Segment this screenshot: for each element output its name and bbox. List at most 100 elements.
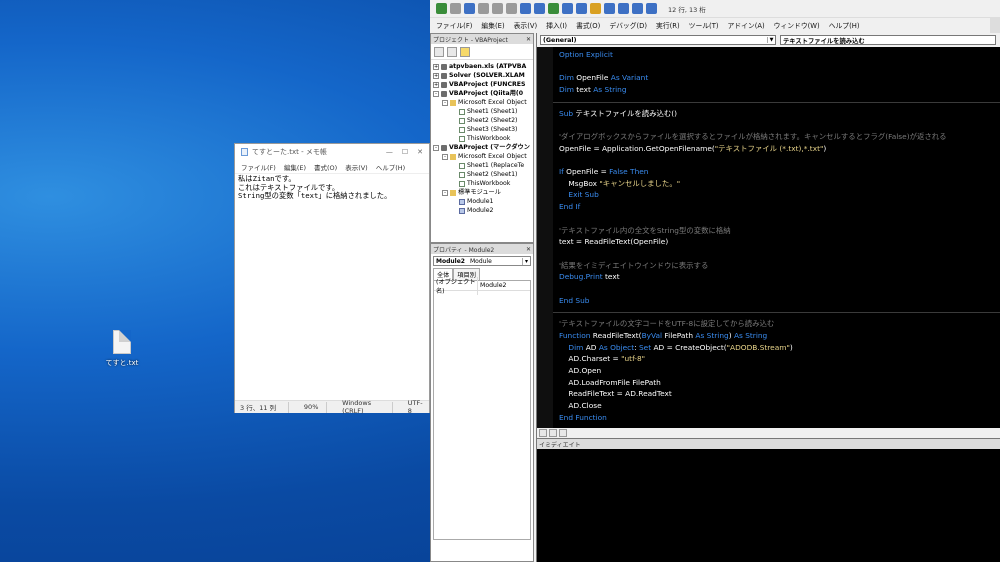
menu-edit[interactable]: 編集(E) [284,162,306,172]
tree-item[interactable]: - Microsoft Excel Object [433,98,533,107]
chevron-down-icon: ▼ [767,37,775,43]
expand-icon[interactable]: + [433,63,439,70]
expand-icon[interactable]: + [433,81,439,88]
insert-form-icon[interactable] [450,3,461,14]
menu-edit[interactable]: 編集(E) [481,20,504,30]
code-token: ) [823,143,827,153]
scroll-left-icon[interactable] [559,429,567,437]
object-selector[interactable]: Module2 Module ▾ [433,256,531,266]
tree-item[interactable]: ThisWorkbook [433,179,533,188]
menu-help[interactable]: ヘルプ(H) [829,20,860,30]
procedure-view-icon[interactable] [539,429,547,437]
project-explorer-icon[interactable] [604,3,615,14]
redo-icon[interactable] [534,3,545,14]
module-icon [459,207,465,214]
object-combo[interactable]: (General) ▼ [540,35,776,45]
procedure-combo[interactable]: テキストファイルを読み込む [780,35,996,45]
maximize-icon[interactable]: ☐ [402,148,408,156]
view-code-icon[interactable] [434,47,444,57]
tree-item[interactable]: Module2 [433,206,533,215]
menu-view[interactable]: 表示(V) [514,20,538,30]
tree-item-label: Module1 [467,198,494,205]
code-token: 'テキストファイルの文字コードをUTF-8に設定してから読み込む [559,319,775,329]
notepad-text-area[interactable]: 私はZitanです。 これはテキストファイルです。 String型の変数「text」… [235,173,429,400]
module-view-icon[interactable] [549,429,557,437]
tree-item[interactable]: - VBAProject (Qiita用(0 [433,89,533,98]
object-browser-icon[interactable] [632,3,643,14]
menu-format[interactable]: 書式(O) [314,162,337,172]
menu-run[interactable]: 実行(R) [656,20,680,30]
code-line: AD.Open [559,366,601,376]
desktop-file-icon[interactable]: てすと.txt [96,330,148,368]
notepad-titlebar[interactable]: てすとーた.txt - メモ帳 — ☐ ✕ [235,144,429,160]
tree-item-label: Microsoft Excel Object [458,153,527,160]
cut-icon[interactable] [478,3,489,14]
design-mode-icon[interactable] [590,3,601,14]
expand-icon[interactable]: - [442,99,448,106]
tree-item-label: Sheet1 (ReplaceTe [467,162,525,169]
break-icon[interactable] [562,3,573,14]
property-name: (オブジェクト名) [434,276,478,295]
property-row[interactable]: (オブジェクト名) Module2 [434,276,530,295]
minimize-icon[interactable]: — [386,148,393,156]
project-icon [441,81,447,88]
run-icon[interactable] [548,3,559,14]
tree-item[interactable]: Sheet2 (Sheet1) [433,170,533,179]
tree-item[interactable]: - Microsoft Excel Object [433,152,533,161]
expand-icon[interactable]: - [433,144,439,151]
scrollbar[interactable] [990,18,1000,33]
tree-item[interactable]: Sheet1 (Sheet1) [433,107,533,116]
properties-icon[interactable] [618,3,629,14]
menu-format[interactable]: 書式(O) [576,20,600,30]
text-line: String型の変数「text」に格納されました。 [238,191,392,201]
undo-icon[interactable] [520,3,531,14]
tree-item[interactable]: - 標準モジュール [433,188,533,197]
tree-item[interactable]: ThisWorkbook [433,134,533,143]
help-icon[interactable] [646,3,657,14]
menu-insert[interactable]: 挿入(I) [546,20,567,30]
menu-view[interactable]: 表示(V) [345,162,368,172]
menu-window[interactable]: ウィンドウ(W) [774,20,820,30]
code-editor[interactable]: Option Explicit Dim OpenFile As Variant Di… [537,47,1000,429]
code-token: ) [789,342,793,352]
tree-item-label: atpvbaen.xls (ATPVBA [449,63,527,70]
save-icon[interactable] [464,3,475,14]
view-object-icon[interactable] [447,47,457,57]
menu-file[interactable]: ファイル(F) [436,20,472,30]
close-icon[interactable]: ✕ [526,36,531,43]
code-token: Option Explicit [559,50,613,59]
tree-item[interactable]: + Solver (SOLVER.XLAM [433,71,533,80]
menu-debug[interactable]: デバッグ(D) [609,20,647,30]
code-token: MsgBox [559,178,600,188]
tree-item[interactable]: + VBAProject (FUNCRES [433,80,533,89]
notepad-menubar: ファイル(F) 編集(E) 書式(O) 表示(V) ヘルプ(H) [235,160,429,173]
close-icon[interactable]: ✕ [417,148,423,156]
tree-item[interactable]: Module1 [433,197,533,206]
menu-tools[interactable]: ツール(T) [689,20,719,30]
property-value[interactable]: Module2 [478,282,506,289]
copy-icon[interactable] [492,3,503,14]
menu-help[interactable]: ヘルプ(H) [376,162,405,172]
tree-item-label: 標準モジュール [458,189,501,196]
tree-item[interactable]: Sheet3 (Sheet3) [433,125,533,134]
code-token: FilePath [662,330,696,340]
expand-icon[interactable]: - [433,90,439,97]
toggle-folders-icon[interactable] [460,47,470,57]
close-icon[interactable]: ✕ [526,246,531,253]
status-encoding: UTF-8 [407,399,423,415]
expand-icon[interactable]: - [442,153,448,160]
tree-item[interactable]: Sheet1 (ReplaceTe [433,161,533,170]
expand-icon[interactable]: + [433,72,439,79]
tree-item[interactable]: Sheet2 (Sheet2) [433,116,533,125]
paste-icon[interactable] [506,3,517,14]
expand-icon[interactable]: - [442,189,448,196]
immediate-window[interactable]: イミディエイト [536,438,1000,562]
menu-file[interactable]: ファイル(F) [241,162,276,172]
excel-icon[interactable] [436,3,447,14]
code-token: End Sub [559,295,590,305]
menu-addins[interactable]: アドイン(A) [728,20,765,30]
code-line: text = ReadFileText(OpenFile) [559,237,668,247]
tree-item[interactable]: - VBAProject (マークダウン [433,143,533,152]
tree-item[interactable]: + atpvbaen.xls (ATPVBA [433,62,533,71]
reset-icon[interactable] [576,3,587,14]
